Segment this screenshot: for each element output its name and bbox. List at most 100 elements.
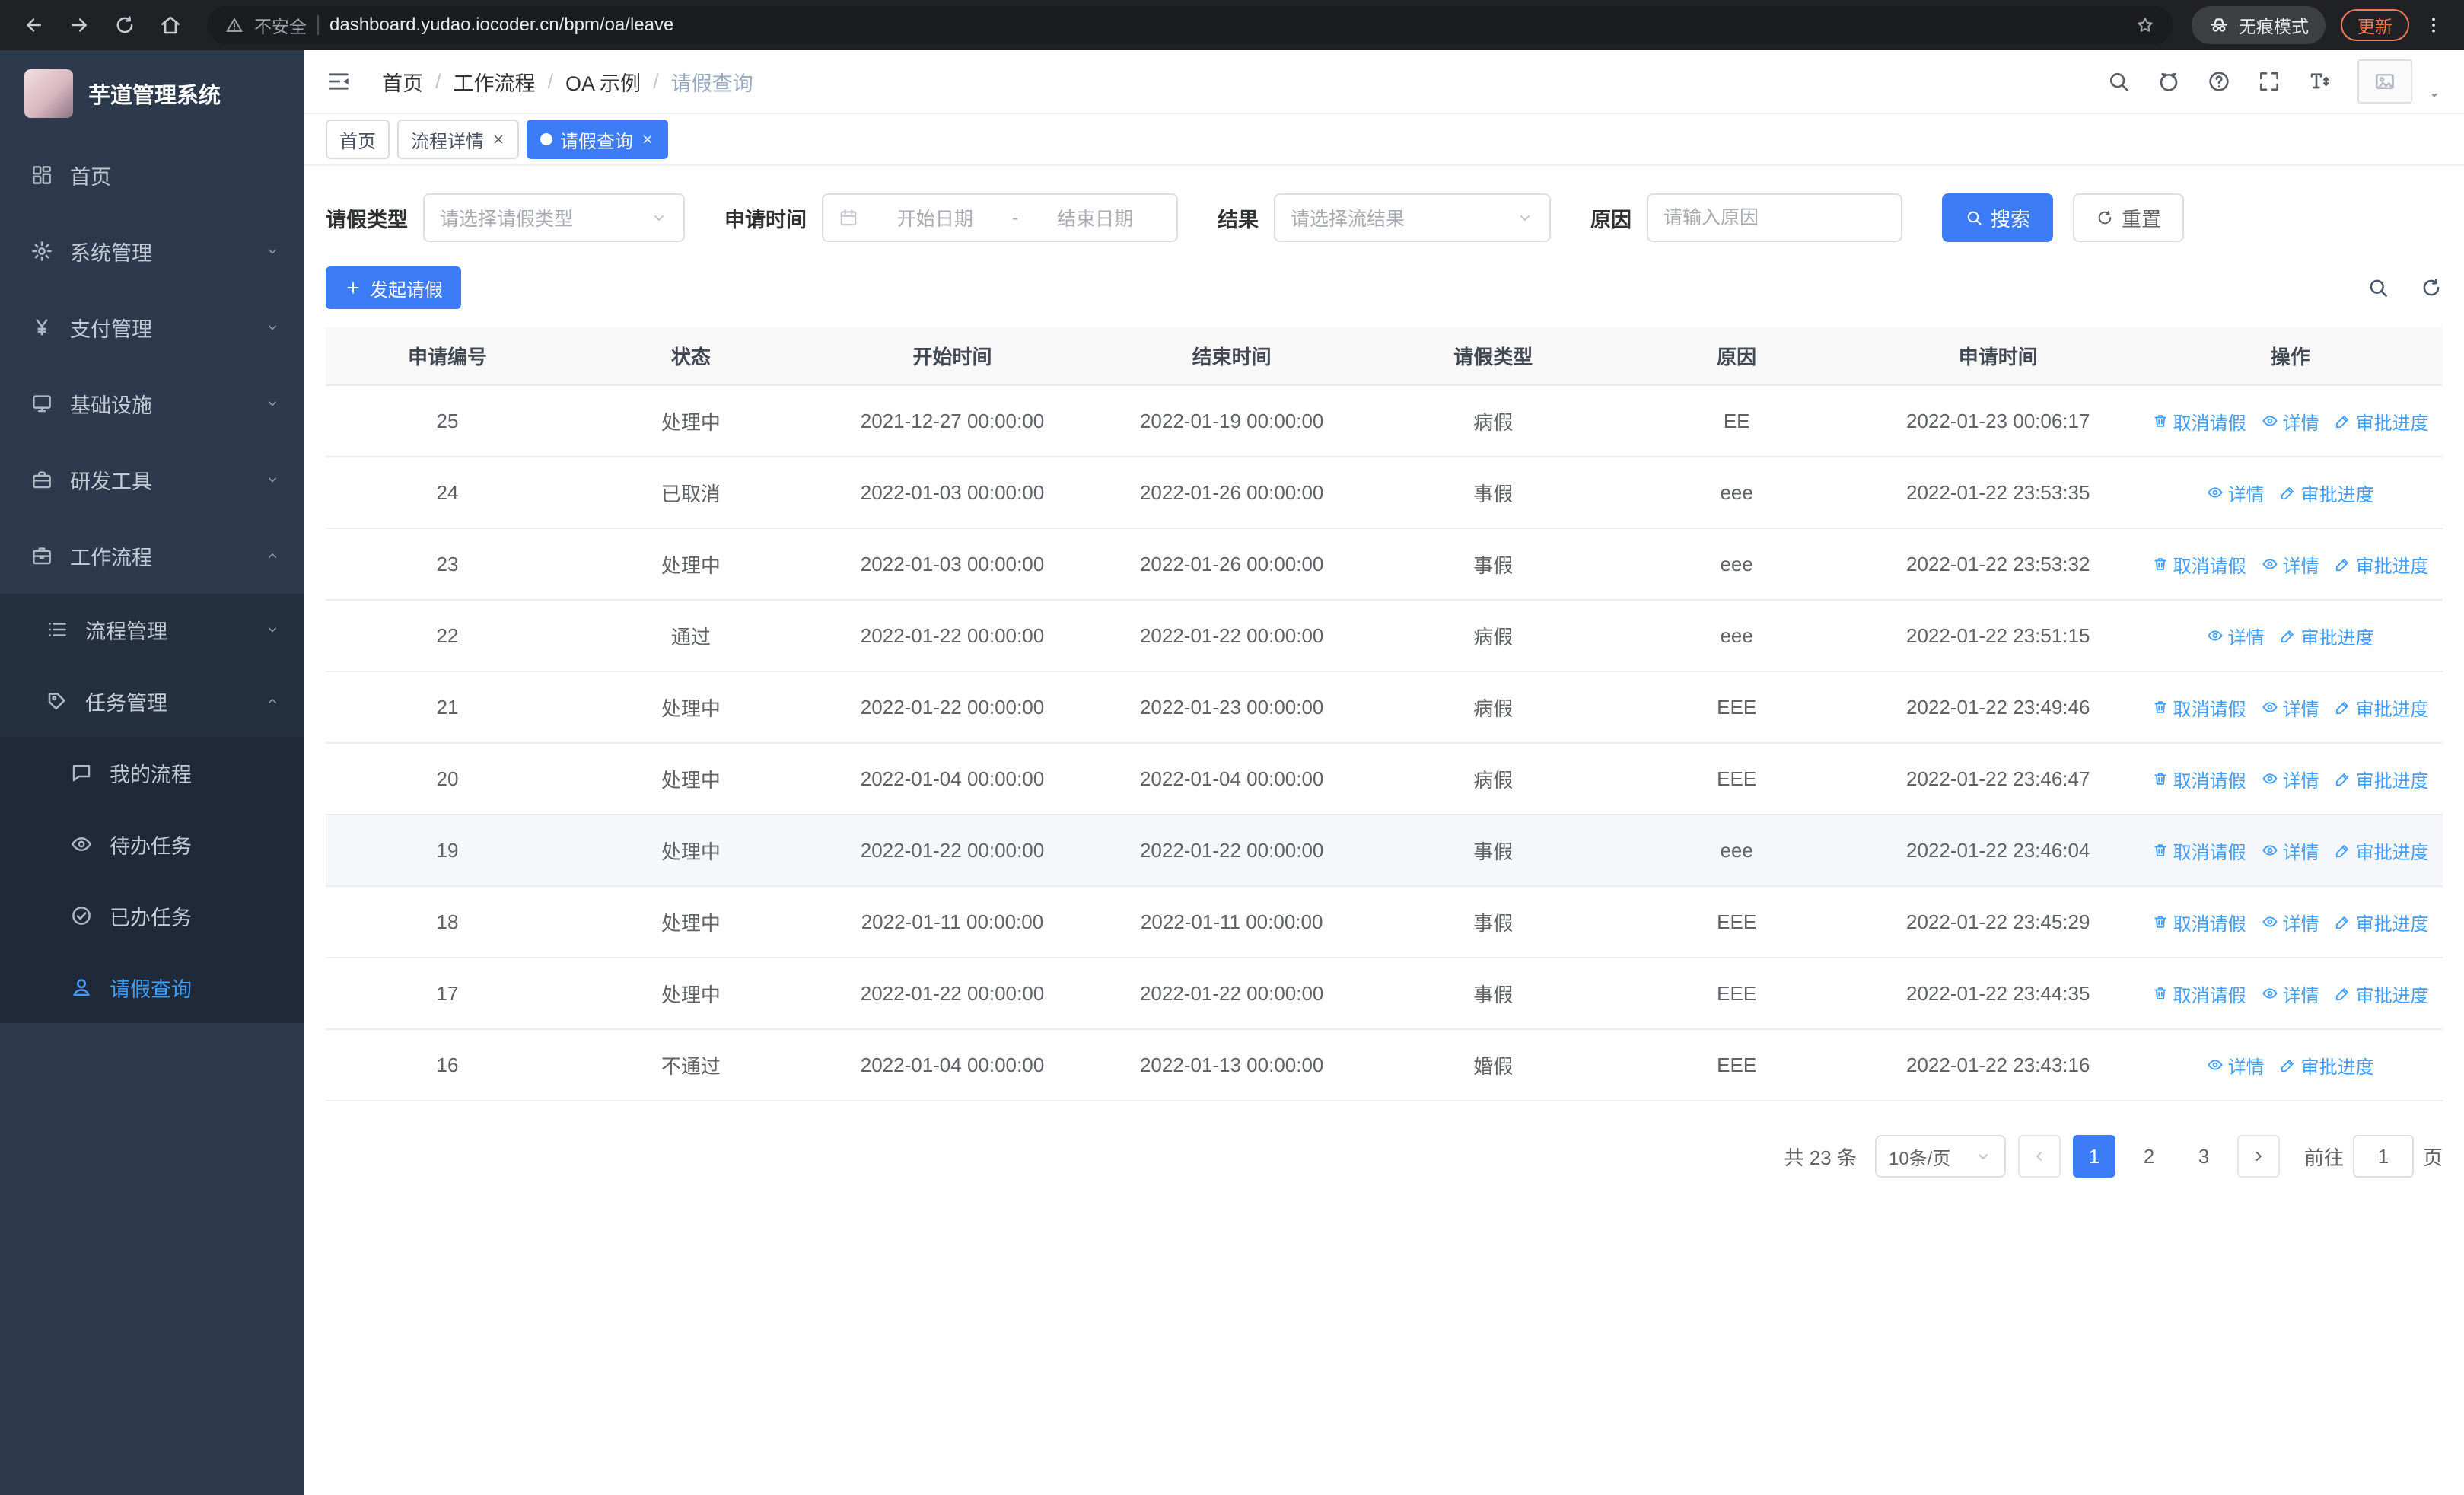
goto-page-input[interactable] (2352, 1135, 2414, 1178)
next-page-button[interactable] (2236, 1135, 2280, 1178)
create-leave-button[interactable]: 发起请假 (326, 266, 461, 309)
search-button[interactable]: 搜索 (1942, 193, 2054, 242)
apply-time-range-picker[interactable]: 开始日期 - 结束日期 (822, 193, 1178, 242)
result-select[interactable]: 请选择流结果 (1274, 193, 1551, 242)
user-icon (70, 976, 93, 999)
progress-action-link[interactable]: 审批进度 (2335, 408, 2429, 435)
cancel-action-link[interactable]: 取消请假 (2152, 837, 2246, 864)
sidebar-item-我的流程[interactable]: 我的流程 (0, 737, 304, 808)
progress-action-link[interactable]: 审批进度 (2280, 623, 2374, 649)
edit-icon (2280, 627, 2297, 644)
github-icon[interactable] (2157, 69, 2181, 94)
eye-icon (70, 833, 93, 856)
detail-action-link[interactable]: 详情 (2262, 551, 2319, 578)
breadcrumb-separator: / (435, 69, 441, 93)
reason-label: 原因 (1590, 208, 1632, 231)
cancel-action-link[interactable]: 取消请假 (2152, 980, 2246, 1007)
sidebar-item-请假查询[interactable]: 请假查询 (0, 952, 304, 1023)
progress-action-link[interactable]: 审批进度 (2280, 1052, 2374, 1079)
column-header: 申请编号 (326, 327, 569, 386)
search-icon[interactable] (2106, 69, 2131, 94)
sidebar-item-基础设施[interactable]: 基础设施 (0, 365, 304, 441)
progress-action-link[interactable]: 审批进度 (2335, 766, 2429, 792)
progress-action-link[interactable]: 审批进度 (2335, 837, 2429, 864)
tab-请假查询[interactable]: 请假查询 (527, 120, 668, 159)
page-button-2[interactable]: 2 (2128, 1135, 2170, 1178)
sidebar-item-label: 已办任务 (110, 906, 192, 929)
sidebar-item-任务管理[interactable]: 任务管理 (0, 665, 304, 737)
close-icon[interactable] (641, 132, 654, 146)
column-header: 状态 (568, 327, 813, 386)
detail-action-link[interactable]: 详情 (2262, 909, 2319, 936)
breadcrumb-item[interactable]: OA 示例 (565, 67, 641, 97)
table-row: 18 处理中 2022-01-11 00:00:00 2022-01-11 00:00… (326, 886, 2443, 958)
progress-action-link[interactable]: 审批进度 (2335, 551, 2429, 578)
progress-action-link[interactable]: 审批进度 (2335, 980, 2429, 1007)
detail-action-link[interactable]: 详情 (2207, 1052, 2265, 1079)
close-icon[interactable] (492, 132, 505, 146)
help-icon[interactable] (2207, 69, 2231, 94)
sidebar-item-研发工具[interactable]: 研发工具 (0, 441, 304, 518)
progress-action-link[interactable]: 审批进度 (2335, 694, 2429, 721)
cancel-action-link[interactable]: 取消请假 (2152, 766, 2246, 792)
cell-type: 事假 (1371, 886, 1616, 958)
browser-back-icon[interactable] (15, 7, 52, 43)
breadcrumb-item[interactable]: 首页 (382, 67, 423, 97)
avatar-caret-icon[interactable] (2426, 87, 2443, 104)
tab-流程详情[interactable]: 流程详情 (397, 120, 519, 159)
toggle-search-icon[interactable] (2367, 276, 2389, 299)
tab-首页[interactable]: 首页 (326, 120, 390, 159)
browser-update-button[interactable]: 更新 (2341, 9, 2409, 41)
progress-action-link[interactable]: 审批进度 (2280, 480, 2374, 506)
browser-reload-icon[interactable] (107, 7, 143, 43)
font-size-icon[interactable] (2307, 69, 2332, 94)
sidebar-item-流程管理[interactable]: 流程管理 (0, 594, 304, 665)
sidebar-item-首页[interactable]: 首页 (0, 137, 304, 213)
cell-type: 病假 (1371, 385, 1616, 457)
leave-type-select[interactable]: 请选择请假类型 (423, 193, 685, 242)
cancel-action-link[interactable]: 取消请假 (2152, 551, 2246, 578)
cell-id: 18 (326, 886, 569, 958)
fullscreen-icon[interactable] (2257, 69, 2281, 94)
sidebar-item-label: 研发工具 (70, 470, 152, 493)
detail-action-link[interactable]: 详情 (2207, 480, 2265, 506)
page-button-3[interactable]: 3 (2182, 1135, 2225, 1178)
detail-action-link[interactable]: 详情 (2262, 980, 2319, 1007)
browser-forward-icon[interactable] (61, 7, 97, 43)
browser-home-icon[interactable] (152, 7, 189, 43)
refresh-table-icon[interactable] (2420, 276, 2443, 299)
sidebar-item-待办任务[interactable]: 待办任务 (0, 808, 304, 880)
sidebar-item-label: 待办任务 (110, 834, 192, 858)
cell-actions: 详情 审批进度 (2138, 1029, 2443, 1101)
detail-action-link[interactable]: 详情 (2262, 837, 2319, 864)
sidebar-item-支付管理[interactable]: 支付管理 (0, 289, 304, 365)
detail-action-link[interactable]: 详情 (2262, 766, 2319, 792)
browser-menu-icon[interactable] (2418, 14, 2449, 36)
prev-page-button[interactable] (2017, 1135, 2061, 1178)
detail-action-link[interactable]: 详情 (2262, 408, 2319, 435)
sidebar-item-工作流程[interactable]: 工作流程 (0, 518, 304, 594)
detail-action-link[interactable]: 详情 (2262, 694, 2319, 721)
edit-icon (2335, 413, 2351, 429)
page-button-1[interactable]: 1 (2072, 1135, 2115, 1178)
cancel-action-link[interactable]: 取消请假 (2152, 694, 2246, 721)
sidebar-item-已办任务[interactable]: 已办任务 (0, 880, 304, 952)
sidebar-collapse-icon[interactable] (326, 69, 352, 94)
eye-icon (2207, 1057, 2224, 1073)
page-size-select[interactable]: 10条/页 (1874, 1135, 2006, 1178)
progress-action-link[interactable]: 审批进度 (2335, 909, 2429, 936)
cell-end: 2022-01-22 00:00:00 (1092, 814, 1372, 887)
detail-action-link[interactable]: 详情 (2207, 623, 2265, 649)
avatar[interactable] (2357, 59, 2412, 104)
cancel-action-link[interactable]: 取消请假 (2152, 408, 2246, 435)
plus-icon (344, 279, 362, 297)
screen: 不安全 dashboard.yudao.iocoder.cn/bpm/oa/le… (0, 0, 2464, 1495)
reset-button[interactable]: 重置 (2073, 193, 2185, 242)
breadcrumb-item[interactable]: 工作流程 (454, 67, 536, 97)
reason-input[interactable] (1663, 206, 1886, 229)
bookmark-star-icon[interactable] (2135, 15, 2155, 35)
cancel-action-link[interactable]: 取消请假 (2152, 909, 2246, 936)
sidebar-item-系统管理[interactable]: 系统管理 (0, 213, 304, 289)
column-header: 原因 (1615, 327, 1859, 386)
address-bar[interactable]: 不安全 dashboard.yudao.iocoder.cn/bpm/oa/le… (207, 6, 2173, 44)
